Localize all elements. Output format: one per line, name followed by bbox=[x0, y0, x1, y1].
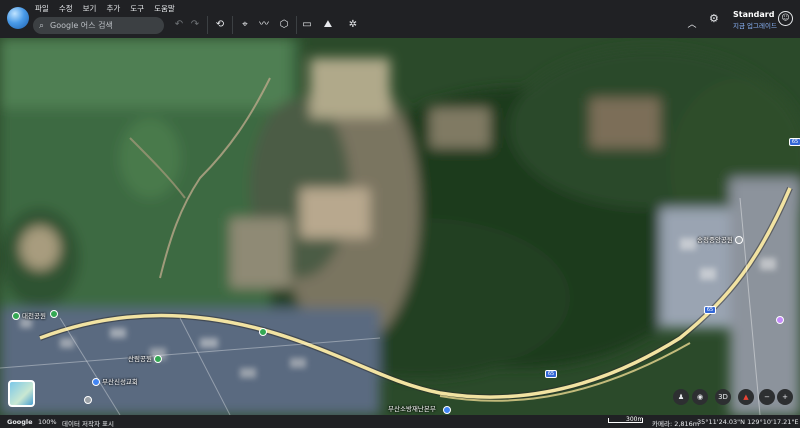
camera-altitude: 카메라: 2,816m bbox=[652, 420, 700, 428]
path-icon[interactable]: 〰 bbox=[256, 18, 272, 32]
toolbar-divider bbox=[207, 16, 208, 34]
map-label-building[interactable]: 부산소방재난본부 bbox=[388, 403, 436, 413]
search-input[interactable]: ⌕ Google 어스 검색 bbox=[33, 17, 164, 34]
zoom-level: 100% bbox=[38, 418, 57, 426]
history-icon[interactable]: ⟲ bbox=[212, 18, 228, 32]
map-poi-marker[interactable] bbox=[259, 328, 269, 336]
status-bar: Google 100% 데이터 저작자 표시 카메라: 2,816m 35°11… bbox=[0, 415, 800, 428]
menu-tools[interactable]: 도구 bbox=[125, 1, 149, 16]
route-shield: 65 bbox=[789, 138, 800, 146]
placemark-icon[interactable]: ⌖ bbox=[237, 18, 253, 32]
project-icon[interactable]: ⬡ bbox=[276, 18, 292, 32]
menu-help[interactable]: 도움말 bbox=[149, 1, 180, 16]
menu-add[interactable]: 추가 bbox=[101, 1, 125, 16]
attribution-link[interactable]: 데이터 저작자 표시 bbox=[62, 418, 114, 428]
undo-icon[interactable]: ↶ bbox=[171, 18, 187, 32]
layers-icon[interactable]: ⛰ bbox=[320, 18, 336, 32]
route-shield: 65 bbox=[545, 370, 557, 378]
plan-title: Standard bbox=[733, 10, 775, 19]
search-placeholder: Google 어스 검색 bbox=[50, 21, 113, 30]
map-view[interactable]: 대천공원 산림공원 부산신성교회 부산소방재난본부 송정중앙공원 65 65 6… bbox=[0, 38, 800, 415]
search-icon: ⌕ bbox=[39, 20, 45, 31]
map-label-park[interactable]: 대천공원 bbox=[12, 310, 46, 320]
scale-label: 300m bbox=[626, 416, 644, 423]
map-poi-marker[interactable] bbox=[84, 396, 94, 404]
google-earth-logo[interactable] bbox=[7, 7, 29, 29]
rotate-icon[interactable]: ◉ bbox=[692, 389, 708, 405]
collapse-icon[interactable]: ︿ bbox=[684, 17, 700, 33]
google-brand: Google bbox=[7, 418, 33, 426]
menu-bar: 파일 수정 보기 추가 도구 도움말 bbox=[30, 1, 180, 16]
map-style-thumbnail[interactable] bbox=[8, 380, 35, 407]
compass-icon[interactable]: ▲ bbox=[738, 389, 754, 405]
zoom-out-icon[interactable]: − bbox=[759, 389, 775, 405]
route-shield: 65 bbox=[704, 306, 716, 314]
zoom-in-icon[interactable]: + bbox=[777, 389, 793, 405]
map-label-church[interactable]: 부산신성교회 bbox=[92, 376, 138, 386]
map-label-park[interactable]: 송정중앙공원 bbox=[697, 234, 745, 244]
cursor-coordinates: 35°11'24.03"N 129°10'17.21"E 250m bbox=[697, 418, 800, 426]
top-bar: 파일 수정 보기 추가 도구 도움말 ⌕ Google 어스 검색 ↶ ↷ ⟲ … bbox=[0, 0, 800, 38]
map-label-park[interactable]: 산림공원 bbox=[128, 353, 164, 363]
toolbar-divider bbox=[296, 16, 297, 34]
menu-file[interactable]: 파일 bbox=[30, 1, 54, 16]
map-poi-marker[interactable] bbox=[443, 406, 453, 414]
3d-toggle-icon[interactable]: 3D bbox=[715, 389, 731, 405]
measure-icon[interactable]: ▭ bbox=[299, 18, 315, 32]
map-poi-marker[interactable] bbox=[776, 316, 786, 324]
menu-edit[interactable]: 수정 bbox=[54, 1, 78, 16]
gear-icon[interactable]: ⚙ bbox=[709, 12, 719, 25]
satellite-imagery bbox=[0, 38, 800, 415]
street-view-icon[interactable]: ♟ bbox=[673, 389, 689, 405]
satellite-icon[interactable]: ✲ bbox=[345, 18, 361, 32]
plan-info[interactable]: Standard 지금 업그레이드 bbox=[733, 10, 777, 30]
redo-icon[interactable]: ↷ bbox=[187, 18, 203, 32]
upgrade-link[interactable]: 지금 업그레이드 bbox=[733, 20, 777, 30]
map-poi-marker[interactable] bbox=[50, 310, 60, 318]
menu-view[interactable]: 보기 bbox=[78, 1, 102, 16]
account-icon[interactable]: ☺ bbox=[778, 11, 793, 26]
toolbar-divider bbox=[232, 16, 233, 34]
